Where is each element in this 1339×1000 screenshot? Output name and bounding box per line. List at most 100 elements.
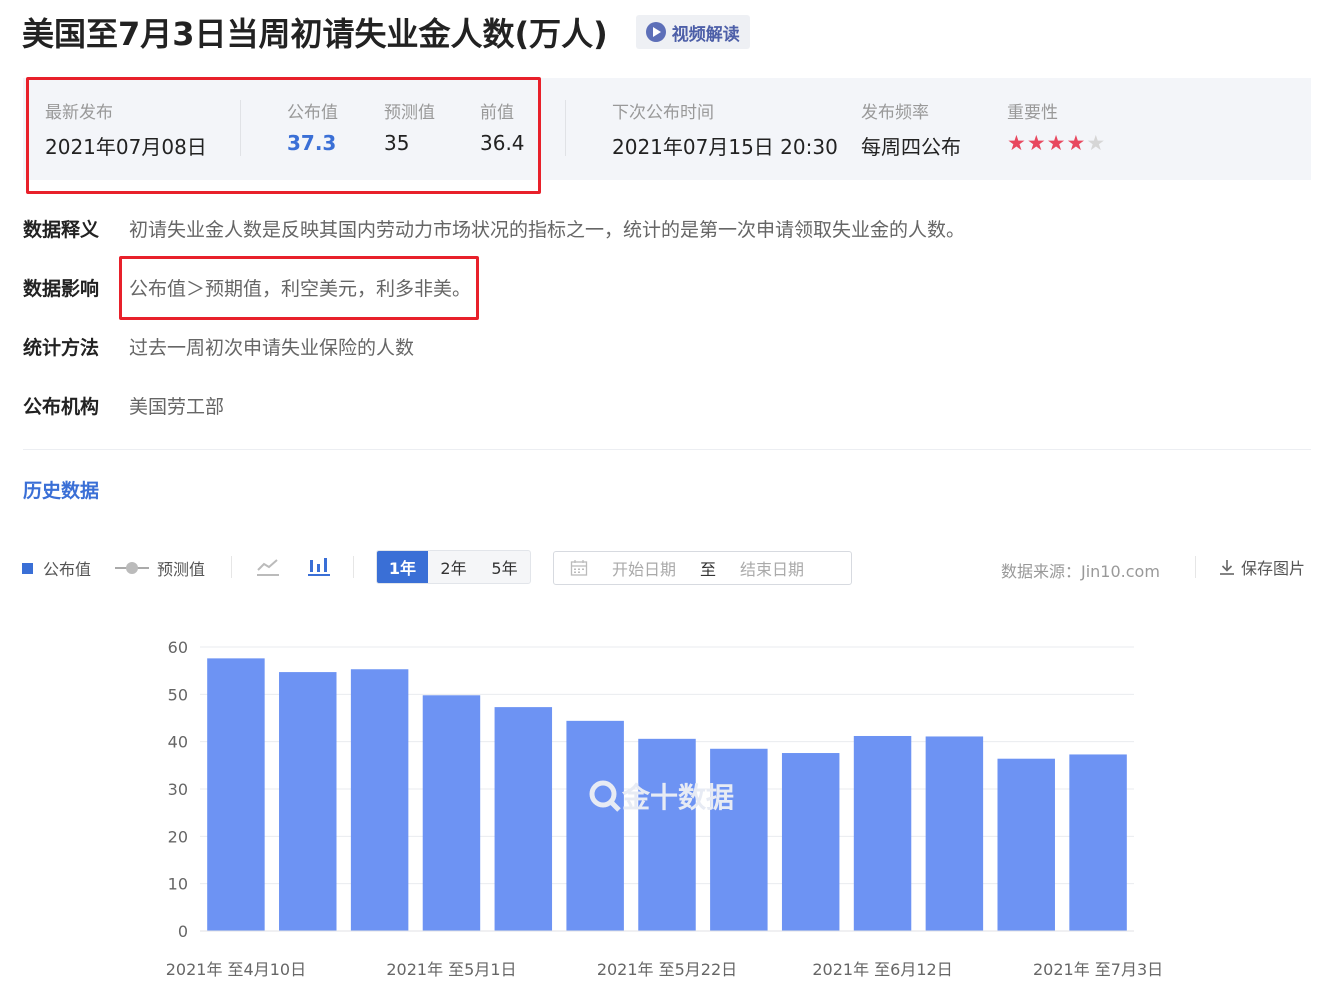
range-option-1y[interactable]: 1年	[377, 551, 428, 583]
range-selector: 1年 2年 5年	[376, 550, 531, 584]
x-tick-label: 2021年 至5月1日	[386, 960, 516, 979]
end-date-input[interactable]: 结束日期	[740, 556, 804, 580]
save-image-label: 保存图片	[1241, 559, 1306, 578]
actual-label: 公布值	[287, 103, 338, 123]
bar[interactable]	[494, 707, 553, 931]
page-title: 美国至7月3日当周初请失业金人数(万人)	[22, 15, 608, 53]
watermark: 金十数据	[588, 776, 734, 816]
bar[interactable]	[422, 695, 481, 931]
detail-value: 初请失业金人数是反映其国内劳动力市场状况的指标之一，统计的是第一次申请领取失业金…	[129, 218, 966, 241]
release-frequency-value: 每周四公布	[861, 135, 961, 159]
x-tick-label: 2021年 至4月10日	[166, 960, 306, 979]
detail-row-method: 统计方法 过去一周初次申请失业保险的人数	[23, 331, 414, 361]
bar[interactable]	[1069, 754, 1127, 931]
date-range-picker[interactable]: 开始日期 至 结束日期	[553, 551, 852, 585]
bar[interactable]	[638, 738, 696, 931]
y-tick-label: 0	[178, 922, 188, 941]
latest-release: 最新发布 2021年07月08日	[45, 98, 207, 160]
bar[interactable]	[853, 735, 912, 931]
y-tick-label: 30	[168, 780, 188, 799]
divider	[1195, 556, 1196, 578]
title-row: 美国至7月3日当周初请失业金人数(万人) 视频解读	[22, 8, 750, 56]
bar-chart-icon[interactable]	[306, 554, 332, 578]
detail-key: 统计方法	[23, 336, 100, 359]
forecast-label: 预测值	[384, 103, 435, 123]
importance-stars: ★ ★ ★ ★ ★	[1007, 133, 1105, 154]
download-icon	[1220, 560, 1234, 575]
latest-release-label: 最新发布	[45, 103, 113, 123]
star-filled-icon: ★	[1026, 131, 1046, 155]
actual-value: 37.3	[287, 131, 337, 155]
watermark-logo-icon	[589, 780, 621, 812]
bar[interactable]	[925, 736, 984, 931]
y-tick-label: 50	[168, 685, 188, 704]
next-release: 下次公布时间 2021年07月15日 20:30	[612, 98, 838, 160]
watermark-text: 金十数据	[622, 781, 735, 814]
x-tick-label: 2021年 至7月3日	[1033, 960, 1163, 979]
bar[interactable]	[279, 672, 337, 931]
chart-toolbar: 公布值 预测值 1年 2年 5年 开始日期 至 结束日期 数据来源：Jin10.…	[22, 550, 1312, 586]
release-frequency: 发布频率 每周四公布	[861, 98, 961, 160]
play-icon	[645, 22, 666, 42]
forecast-value: 35	[384, 131, 410, 155]
next-release-value: 2021年07月15日 20:30	[612, 135, 838, 159]
star-filled-icon: ★	[1066, 131, 1086, 155]
divider	[353, 556, 354, 578]
y-tick-label: 40	[168, 733, 188, 752]
start-date-input[interactable]: 开始日期	[612, 556, 676, 580]
bar[interactable]	[566, 720, 624, 931]
x-tick-label: 2021年 至5月22日	[597, 960, 737, 979]
importance: 重要性 ★ ★ ★ ★ ★	[1007, 98, 1105, 154]
previous-label: 前值	[480, 103, 514, 123]
detail-value: 美国劳工部	[129, 395, 225, 418]
forecast: 预测值 35	[384, 98, 435, 155]
importance-label: 重要性	[1007, 103, 1058, 123]
y-tick-label: 60	[168, 638, 188, 657]
data-source: 数据来源：Jin10.com	[1001, 562, 1160, 581]
y-tick-label: 20	[168, 827, 188, 846]
video-explain-label: 视频解读	[671, 24, 740, 45]
previous-value: 36.4	[480, 131, 525, 155]
detail-row-definition: 数据释义 初请失业金人数是反映其国内劳动力市场状况的指标之一，统计的是第一次申请…	[23, 213, 965, 243]
history-title: 历史数据	[23, 480, 100, 502]
detail-key: 公布机构	[23, 395, 100, 418]
y-tick-label: 10	[168, 875, 188, 894]
legend-forecast-label: 预测值	[157, 560, 206, 579]
line-chart-icon[interactable]	[255, 554, 281, 578]
range-option-2y[interactable]: 2年	[428, 551, 479, 583]
latest-release-value: 2021年07月08日	[45, 135, 207, 159]
section-divider	[23, 449, 1311, 450]
divider	[231, 556, 232, 578]
detail-value: 过去一周初次申请失业保险的人数	[129, 336, 415, 359]
legend-actual[interactable]: 公布值	[22, 556, 91, 580]
next-release-label: 下次公布时间	[612, 103, 714, 123]
release-frequency-label: 发布频率	[861, 103, 929, 123]
save-image-button[interactable]: 保存图片	[1218, 555, 1305, 579]
x-tick-label: 2021年 至6月12日	[812, 960, 952, 979]
bar[interactable]	[207, 658, 265, 931]
legend-square-icon	[22, 562, 33, 574]
divider	[240, 100, 241, 156]
detail-key: 数据影响	[23, 277, 100, 300]
date-range-separator: 至	[700, 560, 717, 579]
detail-row-impact: 数据影响 公布值＞预期值，利空美元，利多非美。	[23, 272, 471, 302]
calendar-icon	[570, 560, 588, 576]
divider	[565, 100, 566, 156]
star-empty-icon: ★	[1086, 131, 1106, 155]
legend-actual-label: 公布值	[43, 560, 92, 579]
star-filled-icon: ★	[1007, 131, 1026, 155]
range-option-5y[interactable]: 5年	[479, 551, 530, 583]
legend-line-icon	[115, 562, 149, 574]
legend-forecast[interactable]: 预测值	[115, 556, 205, 580]
bar[interactable]	[350, 669, 409, 931]
bar[interactable]	[997, 758, 1055, 931]
detail-value: 公布值＞预期值，利空美元，利多非美。	[129, 277, 472, 300]
previous: 前值 36.4	[480, 98, 525, 155]
bar[interactable]	[781, 753, 840, 931]
video-explain-button[interactable]: 视频解读	[635, 15, 750, 49]
detail-row-agency: 公布机构 美国劳工部	[23, 390, 224, 420]
actual: 公布值 37.3	[287, 98, 338, 155]
release-info-panel: 最新发布 2021年07月08日 公布值 37.3 预测值 35 前值 36.4…	[23, 78, 1311, 180]
star-filled-icon: ★	[1046, 131, 1066, 155]
detail-key: 数据释义	[23, 218, 100, 241]
